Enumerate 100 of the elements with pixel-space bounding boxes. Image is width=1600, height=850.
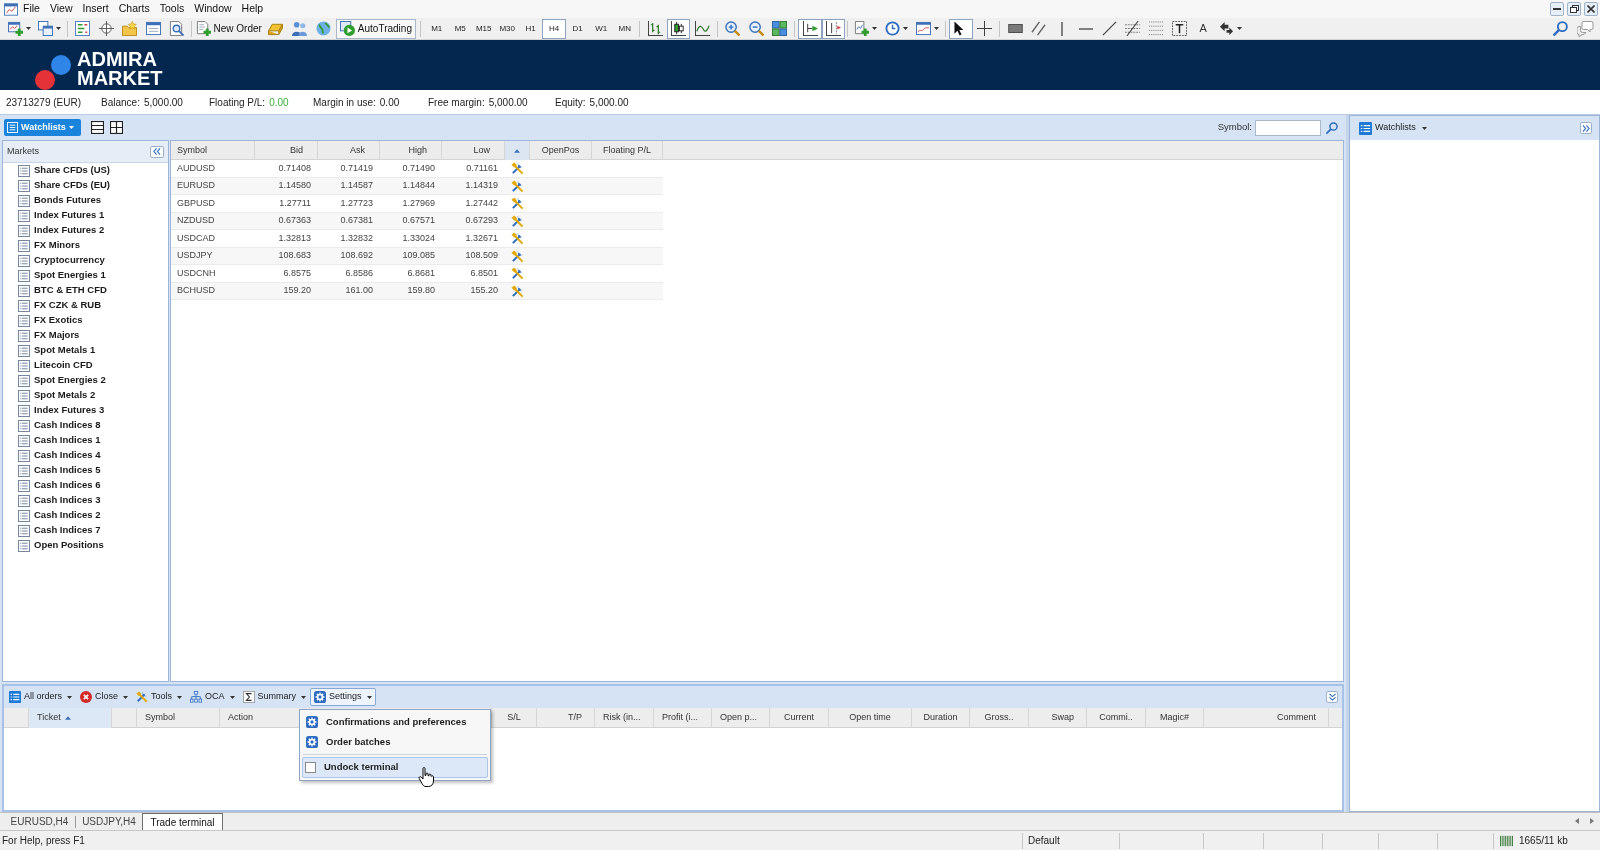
tab[interactable]: EURUSD,H4 bbox=[4, 813, 75, 830]
arrow-left-icon[interactable] bbox=[1575, 818, 1579, 824]
rectangle-icon[interactable] bbox=[1007, 24, 1023, 33]
list-view-icon[interactable] bbox=[91, 121, 104, 134]
caret-icon[interactable] bbox=[1236, 27, 1242, 30]
menu-item[interactable]: Charts bbox=[113, 0, 155, 18]
text-box-icon[interactable] bbox=[1172, 21, 1188, 36]
dropdown-button[interactable]: Close bbox=[76, 688, 133, 706]
timeframe-button[interactable]: H4 bbox=[542, 18, 566, 39]
horizontal-line-icon[interactable] bbox=[1078, 27, 1093, 30]
grid-view-icon[interactable] bbox=[110, 121, 123, 134]
field-value: 0.00 bbox=[269, 95, 289, 110]
field-label: Margin in use: bbox=[313, 95, 376, 110]
people-icon[interactable] bbox=[292, 21, 308, 36]
arrow-right-icon[interactable] bbox=[1590, 818, 1594, 824]
parallel-lines-icon[interactable] bbox=[1031, 21, 1047, 36]
tools-icon[interactable] bbox=[511, 214, 524, 228]
indicator-plus-icon[interactable] bbox=[854, 21, 870, 36]
timeframe-button[interactable]: M5 bbox=[448, 18, 472, 39]
fibonacci-icon[interactable] bbox=[1125, 21, 1141, 36]
dropdown-button[interactable]: Tools bbox=[132, 688, 187, 706]
tile-windows-icon[interactable] bbox=[772, 21, 788, 36]
chart-shift-button[interactable] bbox=[821, 18, 846, 39]
new-order-button[interactable]: New Order bbox=[193, 18, 264, 39]
globe-icon[interactable] bbox=[316, 21, 332, 36]
timeframe-button[interactable]: M30 bbox=[495, 18, 519, 39]
menu-item[interactable]: File bbox=[18, 0, 45, 18]
window-icon[interactable] bbox=[145, 21, 161, 36]
zoom-in-icon[interactable] bbox=[725, 21, 741, 36]
minimize-button[interactable] bbox=[1550, 2, 1564, 16]
menu-item[interactable]: View bbox=[44, 0, 78, 18]
menu-item[interactable]: Help bbox=[236, 0, 269, 18]
tools-icon[interactable] bbox=[511, 232, 524, 245]
dropdown-button[interactable]: All orders bbox=[5, 688, 76, 706]
list-icon bbox=[18, 329, 30, 342]
search-icon[interactable] bbox=[1553, 21, 1568, 36]
tab[interactable]: Trade terminal bbox=[142, 813, 223, 830]
app-icon[interactable] bbox=[4, 2, 18, 16]
symbol-field[interactable] bbox=[1255, 119, 1321, 136]
dropdown-button[interactable]: Summary bbox=[238, 688, 311, 706]
vertical-line-icon[interactable] bbox=[1061, 21, 1064, 36]
autotrading-button[interactable]: AutoTrading bbox=[335, 18, 416, 39]
dropdown-button[interactable]: Settings bbox=[310, 688, 376, 706]
windows-icon[interactable] bbox=[38, 21, 53, 36]
dropdown-button[interactable]: Watchlists bbox=[1359, 121, 1427, 135]
cursor-button[interactable] bbox=[949, 18, 973, 39]
timeframe-button[interactable]: M15 bbox=[471, 18, 496, 39]
panel-title: Markets bbox=[7, 144, 39, 158]
menu-item[interactable]: Order batches bbox=[300, 732, 490, 752]
tools-icon[interactable] bbox=[511, 197, 524, 210]
tools-icon[interactable] bbox=[511, 267, 524, 280]
caret-icon[interactable] bbox=[934, 27, 940, 30]
collapse-button[interactable] bbox=[150, 145, 164, 158]
table-cell-text: 0.67381 bbox=[339, 214, 374, 228]
text-tool-button[interactable]: A bbox=[1191, 18, 1215, 39]
menu-item[interactable]: Undock terminal bbox=[302, 757, 488, 778]
clock-icon[interactable] bbox=[885, 21, 901, 36]
menu-item[interactable]: Tools bbox=[154, 0, 190, 18]
expand-button[interactable] bbox=[1580, 122, 1592, 134]
menu-item[interactable]: Confirmations and preferences bbox=[300, 712, 490, 732]
column-header[interactable]: Ticket bbox=[29, 708, 112, 728]
timeframe-button[interactable]: MN bbox=[612, 18, 637, 39]
timeframe-button[interactable]: H1 bbox=[518, 18, 543, 39]
tab[interactable]: USDJPY,H4 bbox=[76, 813, 142, 830]
dropdown-button[interactable]: Watchlists bbox=[4, 119, 81, 136]
chart-plus-icon[interactable] bbox=[8, 21, 23, 36]
tools-icon[interactable] bbox=[511, 162, 524, 175]
field-label: Floating P/L: bbox=[209, 95, 266, 110]
market-list-icon[interactable] bbox=[75, 21, 91, 36]
auto-scroll-button[interactable] bbox=[798, 18, 822, 39]
dotted-lines-icon[interactable] bbox=[1148, 21, 1164, 36]
menu-item[interactable]: Window bbox=[189, 0, 237, 18]
caret-icon[interactable] bbox=[56, 27, 61, 30]
list-icon bbox=[18, 464, 30, 477]
ingot-icon[interactable] bbox=[268, 21, 284, 36]
template-icon[interactable] bbox=[916, 21, 932, 36]
column-header[interactable]: Action bbox=[220, 708, 299, 728]
timeframe-button[interactable]: W1 bbox=[589, 18, 613, 39]
dropdown-button[interactable]: OCA bbox=[186, 688, 239, 706]
checkbox[interactable] bbox=[305, 762, 316, 773]
search-icon[interactable] bbox=[1326, 121, 1338, 134]
crosshair-circle-icon[interactable] bbox=[98, 21, 114, 36]
arrows-icon[interactable] bbox=[1218, 21, 1234, 36]
collapse-button[interactable] bbox=[1326, 691, 1338, 703]
timeframe-button[interactable]: D1 bbox=[565, 18, 590, 39]
menu-item[interactable]: Insert bbox=[77, 0, 114, 18]
close-button[interactable] bbox=[1584, 2, 1598, 16]
timeframe-button[interactable]: M1 bbox=[424, 18, 449, 39]
candlestick-button[interactable] bbox=[666, 18, 691, 39]
caret-icon[interactable] bbox=[26, 27, 31, 30]
trend-line-icon[interactable] bbox=[1101, 21, 1117, 36]
caret-icon[interactable] bbox=[872, 27, 878, 30]
folder-star-icon[interactable] bbox=[122, 21, 138, 36]
tools-icon[interactable] bbox=[511, 249, 524, 263]
restore-button[interactable] bbox=[1567, 2, 1581, 16]
magnifier-document-icon[interactable] bbox=[169, 21, 185, 36]
tools-icon[interactable] bbox=[511, 284, 524, 298]
caret-icon[interactable] bbox=[903, 27, 909, 30]
tools-icon[interactable] bbox=[511, 179, 524, 193]
zoom-out-icon[interactable] bbox=[748, 21, 764, 36]
